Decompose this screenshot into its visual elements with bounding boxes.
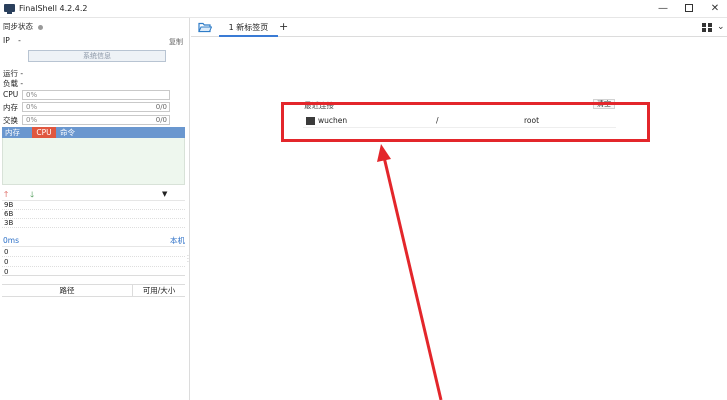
ping-graph: 0 0 0 [2,246,185,276]
memory-usage: 0/0 [155,103,167,111]
grid-line [2,227,185,228]
sync-status-label: 同步状态 [3,22,33,31]
chevron-down-icon[interactable]: ⌄ [717,20,725,34]
uptime-value: - [20,69,24,78]
disk-col-size[interactable]: 可用/大小 [133,285,185,296]
process-col-command[interactable]: 命令 [60,127,75,138]
close-button[interactable]: ✕ [702,0,727,18]
finalshell-logo-icon [4,4,15,14]
load-value: - [20,79,24,88]
network-graph: 9B 6B 3B [2,200,185,228]
swap-meter: 0% 0/0 [22,115,170,125]
minimize-button[interactable]: — [650,0,676,18]
ping-value: 0 [4,248,9,256]
network-scale-label: 9B [4,201,14,209]
ip-value: - [18,36,21,45]
new-tab-page [191,38,727,400]
process-table-header: 内存 CPU 命令 [2,127,185,138]
annotation-highlight-box [281,102,650,142]
cpu-meter: 0% [22,90,170,100]
load-row: 负载 - [3,78,23,89]
memory-percent: 0% [26,103,38,111]
upload-arrow-icon: 🡑 [4,190,9,199]
title-bar: FinalShell 4.2.4.2 — ✕ [0,0,727,18]
copy-ip-button[interactable]: 复制 [169,37,183,47]
memory-label: 内存 [3,103,18,112]
tab-bar: 1 新标签页 + ⌄ [191,18,727,37]
sync-status: 同步状态 [3,21,43,32]
ip-label: IP [3,36,10,45]
network-toolbar: 🡑 🡓 ▼ [2,189,185,200]
disk-col-path[interactable]: 路径 [2,285,133,296]
open-folder-icon[interactable] [198,22,212,33]
uptime-label: 运行 [3,69,18,78]
grid-layout-icon[interactable] [702,23,712,32]
memory-meter: 0% 0/0 [22,102,170,112]
network-scale-label: 6B [4,210,14,218]
window-title: FinalShell 4.2.4.2 [19,4,88,13]
grid-line [2,256,185,257]
process-col-cpu[interactable]: CPU [32,127,56,138]
grid-line [2,218,185,219]
process-col-memory[interactable]: 内存 [5,127,20,138]
download-arrow-icon: 🡓 [30,190,35,199]
system-info-button[interactable]: 系统信息 [28,50,166,62]
load-label: 负载 [3,79,18,88]
ping-value: 0 [4,268,9,276]
ping-value: 0 [4,258,9,266]
system-monitor-panel: 同步状态 IP - 复制 系统信息 运行 - 负载 - CPU 0% 内存 0%… [0,18,190,400]
network-interface-dropdown[interactable]: ▼ [162,189,167,200]
add-tab-button[interactable]: + [279,19,288,35]
cpu-label: CPU [3,90,19,99]
ping-latency: 0ms [3,236,19,245]
ping-toolbar: 0ms 本机 [2,235,185,246]
tab-new-tab-label: 1 新标签页 [228,23,269,32]
cpu-percent: 0% [26,91,38,99]
panel-splitter-handle[interactable]: · · · [187,254,189,266]
disk-table-header: 路径 可用/大小 [2,284,185,297]
ip-row: IP - [3,36,21,45]
maximize-button[interactable] [676,0,702,18]
swap-label: 交换 [3,116,18,125]
process-table-body[interactable] [2,138,185,185]
tab-new-tab[interactable]: 1 新标签页 [219,20,278,37]
ping-host-select[interactable]: 本机 [170,235,185,246]
grid-line [2,266,185,267]
maximize-icon [685,4,693,12]
network-scale-label: 3B [4,219,14,227]
grid-line [2,209,185,210]
swap-usage: 0/0 [155,116,167,124]
swap-percent: 0% [26,116,38,124]
sync-status-dot-icon [38,24,43,30]
